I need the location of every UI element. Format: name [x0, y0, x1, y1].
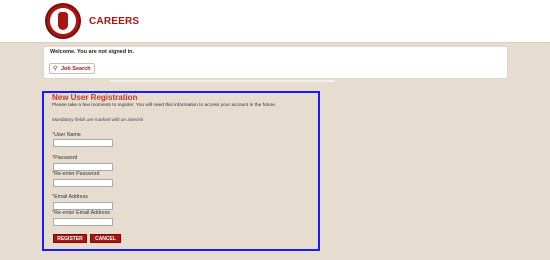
register-button[interactable]: REGISTER [53, 234, 87, 243]
logo-emblem [50, 8, 76, 34]
username-input[interactable] [53, 139, 113, 147]
username-label: *User Name [52, 132, 81, 138]
cancel-button[interactable]: CANCEL [90, 234, 121, 243]
job-search-label: Job Search [61, 66, 91, 72]
password-label: *Password [52, 155, 78, 161]
reenter-email-input[interactable] [53, 218, 113, 226]
pepper-icon [58, 12, 68, 30]
email-input[interactable] [53, 202, 113, 210]
search-icon: ⚲ [53, 66, 58, 72]
password-input[interactable] [53, 163, 113, 171]
welcome-panel: Welcome. You are not signed in. ⚲ Job Se… [43, 46, 508, 79]
mandatory-note: Mandatory fields are marked with an aste… [52, 117, 144, 122]
chipotle-logo[interactable] [45, 3, 81, 39]
page-title: CAREERS [89, 16, 140, 27]
site-header: CAREERS [0, 0, 550, 43]
registration-intro: Please take a few moments to register. Y… [52, 103, 277, 108]
reenter-password-input[interactable] [53, 179, 113, 187]
reenter-email-label: *Re-enter Email Address [52, 210, 110, 216]
reenter-password-label: *Re-enter Password [52, 171, 100, 177]
welcome-message: Welcome. You are not signed in. [50, 49, 135, 55]
registration-title: New User Registration [52, 93, 138, 102]
job-search-button[interactable]: ⚲ Job Search [49, 63, 95, 74]
email-label: *Email Address [52, 194, 88, 200]
divider [110, 80, 335, 82]
